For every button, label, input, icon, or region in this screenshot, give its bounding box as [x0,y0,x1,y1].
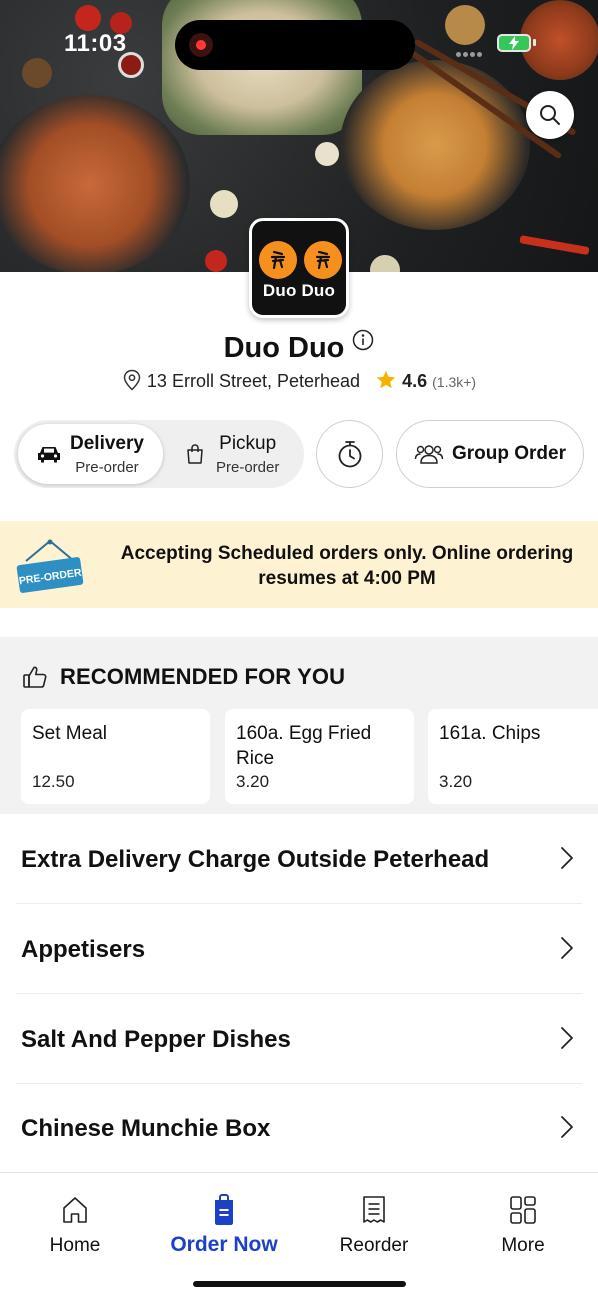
dynamic-island [175,20,415,70]
chili [519,235,590,256]
pickup-label: Pickup [219,432,277,454]
prawn-plate [0,95,190,272]
star-icon [376,370,396,389]
category-label: Appetisers [21,936,146,963]
grid-icon [463,1193,583,1227]
tab-home[interactable]: Home [15,1193,135,1257]
tab-order-now[interactable]: Order Now [164,1193,284,1257]
car-icon [34,444,64,464]
recommended-item[interactable]: Set Meal 12.50 [21,709,210,804]
category-label: Chinese Munchie Box [21,1115,271,1142]
tab-more[interactable]: More [463,1193,583,1257]
store-meta: 13 Erroll Street, Peterhead 4.6 (1.3k+) [0,369,598,392]
preorder-sign-icon: PRE-ORDER [14,539,86,598]
logo-emblem [259,241,297,279]
signal-icon [456,44,484,62]
item-name: 160a. Egg Fried Rice [236,723,372,769]
location-pin-icon [123,369,141,391]
tab-reorder[interactable]: Reorder [314,1193,434,1257]
logo-text: Duo Duo [262,281,336,300]
thumbs-up-icon [23,666,47,688]
timer-icon [338,441,361,468]
item-price: 3.20 [236,772,270,791]
home-icon [15,1193,135,1227]
order-bag-icon [164,1193,284,1227]
battery-icon [497,34,531,52]
recommended-title: RECOMMENDED FOR YOU [60,664,346,689]
spice-dish [22,58,52,88]
pickup-option[interactable]: Pickup Pre-order [174,424,304,484]
search-button[interactable] [526,91,574,139]
chevron-right-icon [561,1116,573,1138]
schedule-button[interactable] [316,420,383,488]
item-price: 3.20 [439,772,473,791]
search-icon [540,105,560,125]
spice-bowl [520,0,598,80]
delivery-sublabel: Pre-order [75,458,139,476]
receipt-icon [314,1193,434,1227]
spice-dish [445,5,485,45]
item-name: Set Meal [32,723,107,744]
schedule-banner: PRE-ORDER Accepting Scheduled orders onl… [0,521,598,608]
info-icon[interactable] [352,326,374,359]
home-indicator [193,1281,406,1287]
garnish [370,255,400,272]
tab-label: Reorder [339,1235,409,1256]
noodle-bowl [340,60,530,230]
logo-emblem [304,241,342,279]
store-name-row: Duo Duo [0,326,598,365]
category-row[interactable]: Appetisers [16,904,582,994]
bag-icon [180,443,210,465]
recommended-header: RECOMMENDED FOR YOU [22,664,345,690]
store-name: Duo Duo [223,332,345,364]
tab-label: Home [49,1235,101,1256]
status-time: 11:03 [64,30,127,57]
tomato [205,250,227,272]
garnish [210,190,238,218]
recommended-item[interactable]: 161a. Chips 3.20 [428,709,598,804]
category-row[interactable]: Extra Delivery Charge Outside Peterhead [16,814,582,904]
category-label: Salt And Pepper Dishes [21,1026,291,1053]
category-label: Extra Delivery Charge Outside Peterhead [21,846,490,873]
chevron-right-icon [561,847,573,869]
tomato [75,5,101,31]
chevron-right-icon [561,1027,573,1049]
item-name: 161a. Chips [439,723,541,744]
group-order-label: Group Order [451,443,566,464]
group-order-button[interactable]: Group Order [396,420,584,488]
rating-count[interactable]: (1.3k+) [432,374,476,390]
recommended-item[interactable]: 160a. Egg Fried Rice 3.20 [225,709,414,804]
store-address[interactable]: 13 Erroll Street, Peterhead [147,371,360,391]
category-row[interactable]: Salt And Pepper Dishes [16,994,582,1084]
group-icon [414,445,444,464]
chevron-right-icon [561,937,573,959]
tab-label: More [501,1235,545,1256]
category-row[interactable]: Chinese Munchie Box [16,1083,582,1173]
fulfillment-toggle: Delivery Pre-order Pickup Pre-order [14,420,304,488]
item-price: 12.50 [32,772,75,791]
delivery-option[interactable]: Delivery Pre-order [18,424,163,484]
delivery-label: Delivery [70,432,144,454]
rating-value: 4.6 [402,371,428,391]
garlic [315,142,339,166]
recording-icon [189,33,213,57]
store-logo: Duo Duo [249,218,349,318]
banner-message: Accepting Scheduled orders only. Online … [120,543,574,589]
tab-label: Order Now [170,1233,278,1256]
recommended-section: RECOMMENDED FOR YOU Set Meal 12.50 160a.… [0,637,598,814]
battery-cap [533,39,536,46]
pickup-sublabel: Pre-order [216,458,280,476]
